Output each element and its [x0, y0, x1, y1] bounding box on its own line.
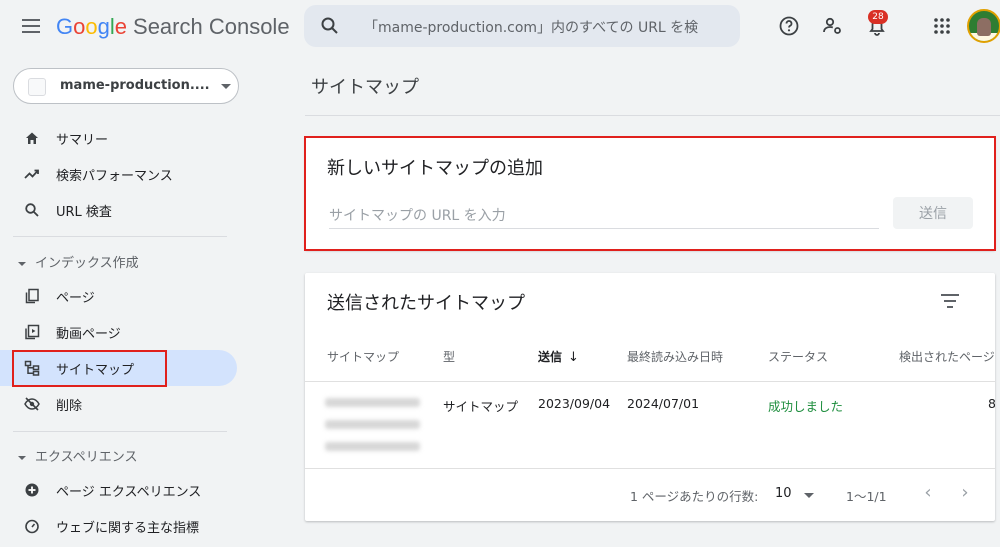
section-indexing[interactable]: インデックス作成 [18, 252, 139, 271]
page-title: サイトマップ [311, 77, 419, 98]
column-header-submitted[interactable]: 送信 ↓ [538, 348, 579, 365]
next-page-icon[interactable]: › [955, 482, 975, 504]
video-page-icon [25, 324, 40, 340]
rows-per-page-value: 10 [775, 486, 792, 501]
sitemap-icon [24, 360, 40, 376]
title-divider [305, 115, 1000, 116]
cell-status: 成功しました [768, 399, 844, 414]
sidebar-item-label: ページ [56, 291, 95, 306]
column-header-sitemap[interactable]: サイトマップ [327, 348, 399, 365]
section-experience[interactable]: エクスペリエンス [18, 446, 137, 465]
sitemap-url-input[interactable] [329, 203, 879, 229]
notification-count-badge: 28 [868, 10, 888, 24]
sidebar-item-video-pages[interactable]: 動画ページ [0, 314, 237, 350]
sidebar-item-page-experience[interactable]: ページ エクスペリエンス [0, 472, 237, 508]
help-icon[interactable] [777, 14, 801, 38]
search-placeholder: 「mame-production.com」内のすべての URL を検 [364, 20, 699, 36]
sidebar-item-url-inspection[interactable]: URL 検査 [0, 192, 237, 228]
search-icon [321, 17, 338, 34]
sidebar-item-label: 動画ページ [56, 327, 121, 342]
sidebar-item-label: ページ エクスペリエンス [56, 485, 202, 500]
sidebar-item-sitemaps[interactable]: サイトマップ [0, 350, 237, 386]
property-favicon-icon [28, 78, 46, 96]
property-label: mame-production.... [60, 78, 210, 93]
logo-letter: g [97, 14, 110, 39]
sidebar-item-summary[interactable]: サマリー [0, 120, 237, 156]
logo-letter: G [56, 14, 74, 39]
sidebar-item-label: 検索パフォーマンス [56, 169, 173, 184]
app-header: Google Search Console 「mame-production.co… [0, 0, 1000, 56]
chevron-down-icon [221, 84, 231, 89]
table-footer-divider [305, 468, 995, 469]
submit-sitemap-button[interactable]: 送信 [893, 197, 973, 229]
rows-per-page-label: 1 ページあたりの行数: [630, 489, 759, 504]
home-icon [26, 132, 38, 144]
redacted-sitemap-url [325, 398, 420, 407]
page-experience-icon [25, 483, 39, 497]
chevron-down-icon [804, 493, 814, 498]
collapse-triangle-icon [18, 455, 26, 460]
submitted-sitemaps-card: 送信されたサイトマップ サイトマップ 型 送信 ↓ 最終読み込み日時 ステータス … [305, 273, 995, 521]
section-label: エクスペリエンス [35, 450, 138, 465]
cell-type: サイトマップ [443, 399, 519, 414]
rows-per-page-select[interactable]: 10 [775, 483, 819, 505]
removals-icon [24, 397, 40, 411]
sidebar-item-label: ウェブに関する主な指標 [56, 521, 200, 536]
pagination-range: 1〜1/1 [846, 489, 887, 504]
column-header-label: 送信 [538, 350, 563, 364]
sidebar-item-label: サマリー [56, 133, 109, 148]
product-name: Search Console [133, 14, 290, 39]
cell-discovered-count: 8 [988, 396, 995, 411]
sort-arrow-down-icon: ↓ [568, 350, 579, 365]
add-sitemap-card: 新しいサイトマップの追加 送信 [305, 137, 995, 250]
collapse-triangle-icon [18, 261, 26, 266]
logo-letter: o [73, 14, 86, 39]
apps-grid-icon[interactable] [930, 14, 954, 38]
main-menu-icon[interactable] [22, 19, 40, 33]
speed-gauge-icon [25, 519, 39, 534]
cell-last-read-date: 2024/07/01 [627, 396, 700, 411]
pages-icon [25, 288, 39, 304]
column-header-discovered-pages[interactable]: 検出されたページ数 [899, 348, 995, 365]
sidebar-divider [13, 431, 227, 432]
sidebar-divider [13, 236, 227, 237]
filter-icon[interactable] [940, 292, 962, 308]
sidebar-item-label: サイトマップ [56, 363, 135, 378]
user-settings-icon[interactable] [820, 14, 844, 38]
sidebar-item-performance[interactable]: 検索パフォーマンス [0, 156, 237, 192]
column-header-status[interactable]: ステータス [768, 348, 828, 365]
sidebar-item-label: URL 検査 [56, 205, 112, 220]
sidebar-item-pages[interactable]: ページ [0, 278, 237, 314]
submitted-sitemaps-title: 送信されたサイトマップ [327, 293, 525, 314]
sidebar-item-removals[interactable]: 削除 [0, 386, 237, 422]
property-selector[interactable]: mame-production.... [13, 68, 239, 104]
table-header-divider [305, 381, 995, 382]
app-logo[interactable]: Google Search Console [56, 14, 290, 40]
add-sitemap-title: 新しいサイトマップの追加 [327, 158, 543, 179]
trending-up-icon [24, 169, 39, 179]
sidebar-item-label: 削除 [56, 399, 83, 414]
redacted-sitemap-url [325, 442, 420, 451]
previous-page-icon[interactable]: ‹ [918, 482, 938, 504]
column-header-type[interactable]: 型 [443, 348, 455, 365]
section-label: インデックス作成 [35, 256, 139, 271]
column-header-last-read[interactable]: 最終読み込み日時 [627, 348, 723, 365]
redacted-sitemap-url [325, 420, 420, 429]
logo-letter: o [85, 14, 98, 39]
account-avatar[interactable] [967, 9, 1000, 43]
logo-letter: e [114, 14, 128, 39]
avatar-figure [977, 18, 991, 36]
cell-submitted-date: 2023/09/04 [538, 396, 611, 411]
url-inspection-search[interactable]: 「mame-production.com」内のすべての URL を検 [304, 5, 740, 47]
search-icon [25, 203, 39, 217]
sidebar-item-core-web-vitals[interactable]: ウェブに関する主な指標 [0, 508, 237, 544]
